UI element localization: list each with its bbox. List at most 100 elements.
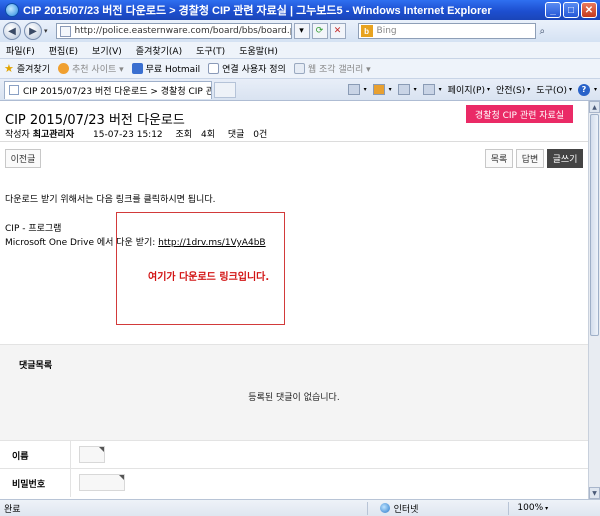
- favorites-bar: ★ 즐겨찾기 추천 사이트 ▾ 무료 Hotmail 연결 사용자 정의 웹 조…: [0, 59, 600, 79]
- divider: [70, 441, 71, 469]
- views-count: 4회: [200, 130, 215, 140]
- web-slice-icon: [293, 63, 305, 74]
- divider: [508, 501, 510, 515]
- security-zone[interactable]: 인터넷: [379, 502, 419, 515]
- address-dropdown-button[interactable]: ▾: [293, 23, 310, 39]
- divider: [366, 501, 368, 515]
- tools-menu[interactable]: 도구(O) ▾: [536, 83, 572, 96]
- prev-post-button[interactable]: 이전글: [5, 149, 41, 168]
- hotmail-icon: [131, 63, 143, 74]
- favorite-web-slice-gallery-label: 웹 조각 갤러리 ▾: [307, 65, 371, 75]
- page-content: CIP 2015/07/23 버전 다운로드 경찰청 CIP 관련 자료실 작성…: [0, 101, 588, 499]
- window-controls: _ □ ✕: [545, 2, 597, 18]
- comments-label: 댓글: [227, 130, 245, 140]
- menu-view[interactable]: 보기(V): [92, 44, 122, 57]
- board-badge[interactable]: 경찰청 CIP 관련 자료실: [466, 105, 573, 123]
- favorites-label: 즐겨찾기: [16, 65, 50, 75]
- page-icon: [208, 63, 220, 74]
- maximize-button[interactable]: □: [563, 2, 579, 18]
- back-button[interactable]: ◀: [3, 22, 21, 40]
- new-tab-button[interactable]: [214, 81, 236, 98]
- home-button[interactable]: ▾: [347, 84, 367, 95]
- post-date: 15-07-23 15:12: [93, 130, 163, 140]
- comments-count: 0건: [253, 130, 268, 140]
- comments-section: 댓글목록 등록된 댓글이 없습니다.: [0, 344, 588, 440]
- star-icon: ★: [4, 62, 14, 75]
- favorite-suggested-sites[interactable]: 추천 사이트 ▾: [58, 62, 124, 75]
- bing-icon: b: [360, 25, 373, 37]
- comment-name-row: 이름: [0, 440, 588, 469]
- favorite-hotmail-label: 무료 Hotmail: [145, 65, 201, 75]
- menu-tools[interactable]: 도구(T): [196, 44, 225, 57]
- mail-button[interactable]: ▾: [397, 84, 417, 95]
- home-icon: [347, 84, 360, 95]
- safety-menu-label: 안전(S): [495, 86, 526, 96]
- tab-title: CIP 2015/07/23 버전 다운로드 > 경찰청 CIP 관...: [23, 86, 212, 97]
- refresh-button[interactable]: ⟳: [311, 23, 328, 39]
- reply-button[interactable]: 답변: [516, 149, 544, 168]
- comment-password-row: 비밀번호: [0, 468, 588, 497]
- scroll-up-icon[interactable]: ▲: [589, 101, 600, 113]
- search-placeholder: Bing: [376, 26, 397, 36]
- help-button[interactable]: ? ▾: [577, 83, 597, 96]
- list-button[interactable]: 목록: [485, 149, 513, 168]
- post-title: CIP 2015/07/23 버전 다운로드: [5, 113, 185, 128]
- write-button[interactable]: 글쓰기: [547, 149, 583, 168]
- comments-heading: 댓글목록: [19, 361, 53, 371]
- tab-bar: CIP 2015/07/23 버전 다운로드 > 경찰청 CIP 관... ▾ …: [0, 79, 600, 101]
- divider: [70, 469, 71, 497]
- password-input[interactable]: [79, 474, 125, 491]
- annotation-label: 여기가 다운로드 링크입니다.: [148, 272, 270, 283]
- page-icon: [9, 85, 19, 95]
- security-zone-label: 인터넷: [393, 504, 419, 515]
- help-icon: ?: [577, 83, 590, 96]
- mail-icon: [397, 84, 410, 95]
- menu-file[interactable]: 파일(F): [6, 44, 35, 57]
- tab-active[interactable]: CIP 2015/07/23 버전 다운로드 > 경찰청 CIP 관...: [4, 80, 212, 99]
- vertical-scrollbar[interactable]: ▲ ▼: [588, 101, 600, 499]
- address-bar-row: ◀ ▶ ▾ http://police.easternware.com/boar…: [0, 20, 600, 42]
- name-input[interactable]: [79, 446, 105, 463]
- minimize-button[interactable]: _: [545, 2, 561, 18]
- internet-explorer-icon: [5, 3, 19, 17]
- page-menu[interactable]: 페이지(P) ▾: [448, 83, 490, 96]
- history-dropdown-icon[interactable]: ▾: [44, 27, 48, 35]
- favorite-customize-links[interactable]: 연결 사용자 정의: [208, 62, 286, 75]
- favorites-button[interactable]: ★ 즐겨찾기: [4, 62, 50, 75]
- views-label: 조회: [175, 130, 193, 140]
- safety-menu[interactable]: 안전(S) ▾: [496, 83, 530, 96]
- menu-favorites[interactable]: 즐겨찾기(A): [136, 44, 182, 57]
- stop-button[interactable]: ✕: [329, 23, 346, 39]
- favorite-web-slice-gallery[interactable]: 웹 조각 갤러리 ▾: [293, 62, 371, 75]
- program-label: CIP - 프로그램: [5, 224, 62, 234]
- scrollbar-thumb[interactable]: [590, 114, 599, 336]
- zoom-level[interactable]: 100%: [517, 503, 543, 513]
- print-icon: [422, 84, 435, 95]
- status-text: 완료: [4, 504, 21, 515]
- favorite-suggested-sites-label: 추천 사이트 ▾: [72, 65, 124, 75]
- print-button[interactable]: ▾: [422, 84, 442, 95]
- rss-icon: [372, 84, 385, 95]
- feeds-button[interactable]: ▾: [372, 84, 392, 95]
- password-label: 비밀번호: [12, 480, 46, 490]
- menu-edit[interactable]: 편집(E): [49, 44, 78, 57]
- favorite-hotmail[interactable]: 무료 Hotmail: [131, 62, 201, 75]
- page-menu-label: 페이지(P): [447, 86, 485, 96]
- search-input[interactable]: b Bing: [357, 23, 536, 39]
- zoom-dropdown-icon[interactable]: ▾: [545, 505, 548, 512]
- address-url: http://police.easternware.com/board/bbs/…: [74, 26, 291, 36]
- address-input[interactable]: http://police.easternware.com/board/bbs/…: [55, 23, 292, 39]
- menu-bar: 파일(F) 편집(E) 보기(V) 즐겨찾기(A) 도구(T) 도움말(H): [0, 42, 600, 59]
- command-bar: ▾ ▾ ▾ ▾ 페이지(P) ▾ 안전(S) ▾ 도구(O) ▾ ? ▾: [342, 83, 600, 96]
- globe-icon: [379, 503, 390, 513]
- window-titlebar: CIP 2015/07/23 버전 다운로드 > 경찰청 CIP 관련 자료실 …: [0, 0, 600, 20]
- forward-button[interactable]: ▶: [24, 22, 42, 40]
- divider: [0, 141, 588, 142]
- tools-menu-label: 도구(O): [536, 86, 567, 96]
- close-button[interactable]: ✕: [581, 2, 597, 18]
- post-body-intro: 다운로드 받기 위해서는 다음 링크를 클릭하시면 됩니다.: [5, 195, 216, 205]
- menu-help[interactable]: 도움말(H): [239, 44, 278, 57]
- search-icon[interactable]: ⌕: [540, 26, 546, 37]
- scroll-down-icon[interactable]: ▼: [589, 487, 600, 499]
- status-bar: 완료 인터넷 100% ▾: [0, 499, 600, 516]
